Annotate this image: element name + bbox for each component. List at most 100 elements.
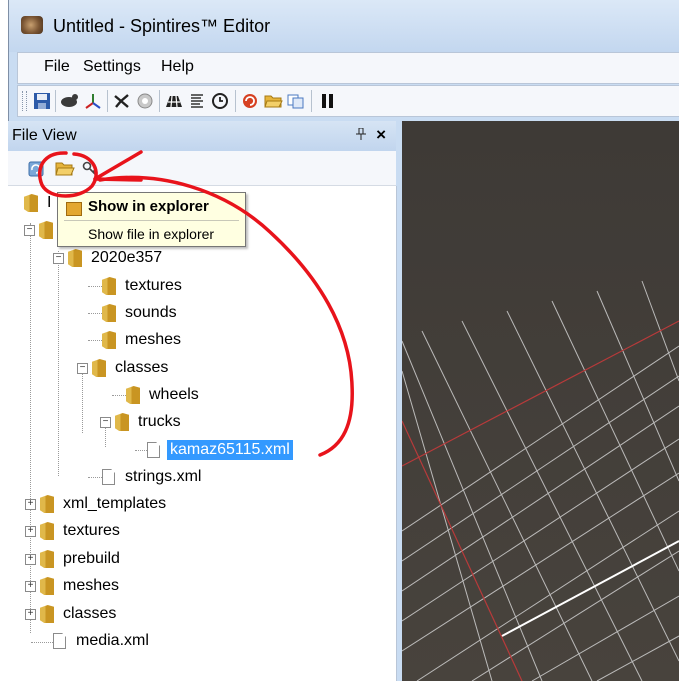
pause-icon[interactable]: [317, 91, 337, 111]
file-icon: [53, 633, 66, 649]
expand-icon[interactable]: +: [25, 553, 36, 565]
tree-item-strings[interactable]: strings.xml: [102, 465, 204, 489]
folder-icon: [24, 194, 38, 212]
menu-settings[interactable]: Settings: [83, 58, 141, 76]
tree-item-label: meshes: [125, 331, 182, 348]
tree-item-prebuild[interactable]: + prebuild: [25, 547, 123, 571]
expand-icon[interactable]: +: [25, 608, 36, 620]
folder-icon: [40, 577, 54, 595]
expand-icon[interactable]: +: [25, 498, 36, 510]
truck-icon[interactable]: [60, 91, 80, 111]
toolbar-separator: [159, 90, 160, 112]
folder-icon: [102, 304, 116, 322]
gear-icon[interactable]: [135, 91, 155, 111]
folder-icon: [40, 522, 54, 540]
file-icon: [147, 442, 160, 458]
collapse-icon[interactable]: −: [100, 416, 111, 428]
app-logo-icon: [21, 16, 43, 34]
folder-icon: [126, 386, 140, 404]
menu-help[interactable]: Help: [161, 58, 194, 76]
tree-item-label: classes: [63, 605, 117, 622]
folder-icon: [40, 550, 54, 568]
tree-item-meshes[interactable]: meshes: [102, 328, 184, 352]
file-tree: I − − 2020e357 textures sounds meshes − …: [8, 186, 397, 681]
tree-item-wheels[interactable]: wheels: [126, 383, 202, 407]
grid-icon[interactable]: [164, 91, 184, 111]
tree-item-label: meshes: [63, 577, 120, 594]
folder-icon: [66, 202, 82, 216]
tree-item-label: xml_templates: [63, 495, 167, 512]
folder-icon: [40, 495, 54, 513]
title-bar: Untitled - Spintires™ Editor: [9, 0, 679, 52]
tree-item-kamaz65115[interactable]: kamaz65115.xml: [147, 438, 293, 462]
collapse-icon[interactable]: −: [77, 362, 88, 374]
collapse-icon[interactable]: −: [53, 252, 64, 264]
tree-item-label: textures: [63, 522, 120, 539]
clock-icon[interactable]: [210, 91, 230, 111]
folder-icon: [39, 221, 53, 239]
tree-guide-line: [135, 450, 147, 451]
list-icon[interactable]: [187, 91, 207, 111]
save-icon[interactable]: [32, 91, 52, 111]
3d-viewport[interactable]: [402, 121, 679, 681]
expand-icon[interactable]: +: [25, 525, 36, 537]
tree-item-textures[interactable]: textures: [102, 274, 185, 298]
tooltip: Show in explorer Show file in explorer: [57, 192, 246, 247]
axes-icon[interactable]: [83, 91, 103, 111]
refresh-icon[interactable]: [28, 161, 44, 177]
folder-icon: [102, 277, 116, 295]
tree-guide-line: [88, 286, 102, 287]
toolbar-grip[interactable]: [22, 91, 27, 111]
tooltip-divider: [64, 220, 239, 221]
toolbar-separator: [107, 90, 108, 112]
toolbar-separator: [235, 90, 236, 112]
tree-guide-line: [82, 373, 83, 433]
window-title: Untitled - Spintires™ Editor: [53, 16, 271, 36]
tree-guide-line: [88, 340, 102, 341]
panel-title: File View: [12, 127, 77, 144]
tooltip-title: Show in explorer: [88, 198, 209, 215]
tree-item-media[interactable]: media.xml: [53, 629, 152, 653]
collapse-icon[interactable]: −: [24, 224, 35, 236]
tree-item-xml-templates[interactable]: + xml_templates: [25, 492, 169, 516]
file-view-toolbar: [8, 151, 396, 186]
close-icon[interactable]: ×: [376, 125, 386, 145]
tree-item-trucks[interactable]: − trucks: [100, 410, 184, 434]
open-folder-icon[interactable]: [263, 91, 283, 111]
tree-item-classes-root[interactable]: + classes: [25, 602, 119, 626]
ground-grid: [402, 280, 679, 681]
copy-icon[interactable]: [286, 91, 306, 111]
tree-item-sounds[interactable]: sounds: [102, 301, 180, 325]
pin-icon[interactable]: [356, 127, 366, 143]
tree-item-label: media.xml: [76, 632, 149, 649]
tree-guide-line: [88, 477, 102, 478]
tree-item-hidden[interactable]: −: [24, 218, 59, 242]
tree-item-label: wheels: [149, 386, 199, 403]
folder-icon: [92, 359, 106, 377]
tree-item-root[interactable]: I: [24, 191, 54, 215]
tree-item-label: classes: [115, 359, 169, 376]
tree-item-label: sounds: [125, 304, 177, 321]
tree-guide-line: [112, 395, 126, 396]
expand-icon[interactable]: +: [25, 580, 36, 592]
tree-item-textures-root[interactable]: + textures: [25, 519, 123, 543]
key-icon[interactable]: [82, 161, 98, 177]
cross-icon[interactable]: [112, 91, 132, 111]
reload-icon[interactable]: [240, 91, 260, 111]
tree-guide-line: [88, 313, 102, 314]
tree-item-2020e357[interactable]: − 2020e357: [53, 246, 165, 270]
main-toolbar: [17, 85, 679, 117]
folder-icon: [102, 331, 116, 349]
tree-item-meshes-root[interactable]: + meshes: [25, 574, 122, 598]
show-in-explorer-icon[interactable]: [55, 160, 75, 178]
folder-icon: [40, 605, 54, 623]
menu-bar: File Settings Help: [17, 52, 679, 84]
file-icon: [102, 469, 115, 485]
tree-guide-line: [31, 642, 53, 643]
tree-guide-line: [58, 251, 59, 476]
tree-guide-line: [30, 223, 31, 633]
tree-item-classes[interactable]: − classes: [77, 356, 171, 380]
folder-icon: [115, 413, 129, 431]
tree-item-label: prebuild: [63, 550, 120, 567]
menu-file[interactable]: File: [44, 58, 70, 76]
